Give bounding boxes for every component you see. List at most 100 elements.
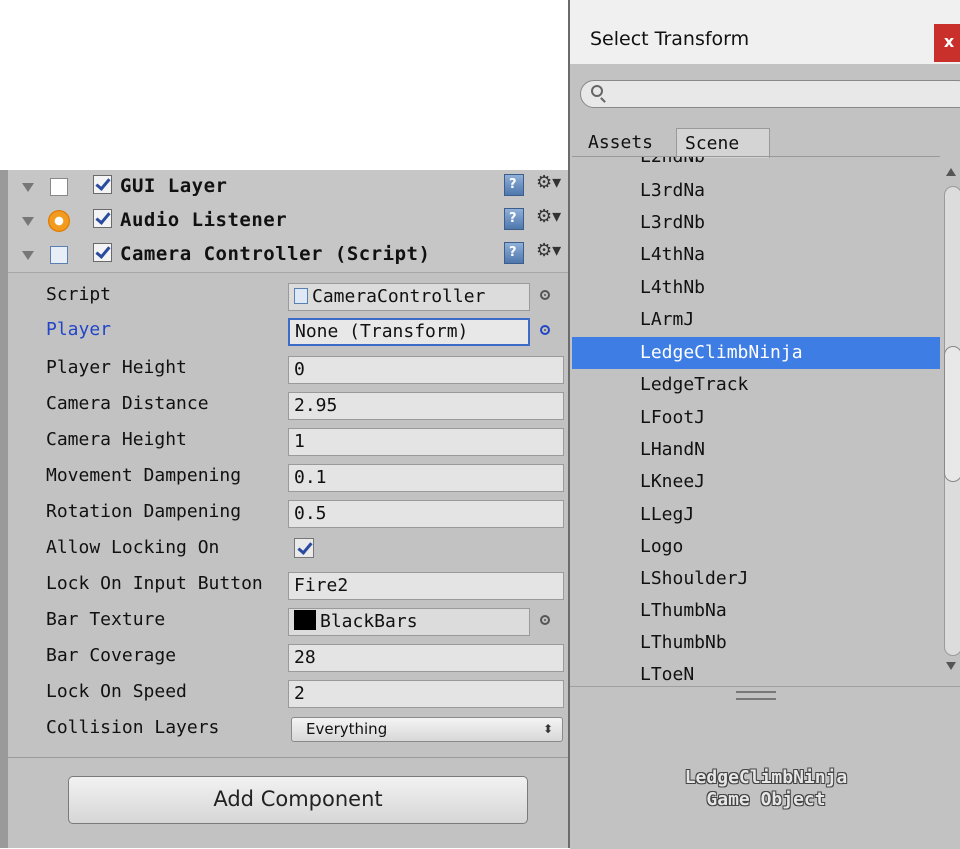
list-item[interactable]: L2ndNb [572,157,940,173]
window-title: Select Transform [590,28,750,50]
window-content: Assets Scene L2ndNb L3rdNa L3rdNb L4thNa… [570,64,960,849]
list-item[interactable]: L4thNb [572,272,940,304]
scroll-down-arrow-icon[interactable] [946,662,956,670]
script-file-icon [294,288,308,304]
lock-on-input-button-field[interactable]: Fire2 [288,572,564,600]
close-button[interactable]: x [934,24,960,62]
preview-object-type: Game Object [706,789,826,810]
preview-object-name: LedgeClimbNinja [684,767,848,788]
foldout-arrow-icon[interactable] [22,251,34,260]
tab-assets[interactable]: Assets [588,126,653,156]
list-item[interactable]: L3rdNa [572,175,940,207]
list-item-selected[interactable]: LedgeClimbNinja [572,337,940,369]
scroll-thumb[interactable] [944,346,960,482]
prop-label: Rotation Dampening [46,501,242,522]
list-item[interactable]: L4thNa [572,239,940,271]
prop-label: Player [46,319,112,340]
prop-label: Lock On Input Button [46,573,263,594]
prop-movement-dampening: Movement Dampening 0.1 [8,461,575,495]
gear-icon[interactable]: ⚙▾ [536,240,561,261]
object-picker-icon[interactable] [540,290,550,300]
script-field[interactable]: CameraController [288,283,530,311]
scroll-up-arrow-icon[interactable] [946,168,956,176]
inspector-panel: GUI Layer ? ⚙▾ Audio Listener ? ⚙▾ Camer… [0,170,575,848]
camera-distance-field[interactable]: 2.95 [288,392,564,420]
camera-height-field[interactable]: 1 [288,428,564,456]
prop-label: Bar Coverage [46,645,177,666]
prop-lock-on-input-button: Lock On Input Button Fire2 [8,569,575,603]
prop-collision-layers: Collision Layers Everything ⬍ [8,713,575,747]
prop-script: Script CameraController [8,280,575,314]
tab-scene[interactable]: Scene [676,128,770,158]
component-enabled-checkbox[interactable] [93,243,112,262]
prop-bar-texture: Bar Texture BlackBars [8,605,575,639]
list-item[interactable]: LedgeTrack [572,369,940,401]
prop-bar-coverage: Bar Coverage 28 [8,641,575,675]
texture-thumbnail [294,610,316,630]
prop-player: Player None (Transform) [8,315,575,349]
search-field[interactable] [580,80,960,108]
lock-on-speed-field[interactable]: 2 [288,680,564,708]
list-item[interactable]: LFootJ [572,402,940,434]
prop-label: Bar Texture [46,609,166,630]
gear-icon[interactable]: ⚙▾ [536,172,561,193]
list-item[interactable]: L3rdNb [572,207,940,239]
drag-handle-icon[interactable] [736,691,776,700]
object-picker-icon[interactable] [540,325,550,335]
prop-label: Camera Height [46,429,187,450]
list-item[interactable]: LShoulderJ [572,563,940,595]
component-title: Audio Listener [120,209,288,231]
prop-camera-height: Camera Height 1 [8,425,575,459]
player-height-field[interactable]: 0 [288,356,564,384]
component-header-gui-layer[interactable]: GUI Layer ? ⚙▾ [8,170,575,205]
search-icon [591,85,603,97]
scrollbar[interactable] [940,156,960,686]
preview-area: LedgeClimbNinja Game Object [570,686,960,849]
foldout-arrow-icon[interactable] [22,183,34,192]
prop-label: Allow Locking On [46,537,220,558]
add-component-button[interactable]: Add Component [68,776,528,824]
player-field[interactable]: None (Transform) [288,318,530,346]
audio-listener-icon [48,210,70,232]
help-icon[interactable]: ? [504,242,524,264]
list-item[interactable]: LKneeJ [572,466,940,498]
component-header-audio-listener[interactable]: Audio Listener ? ⚙▾ [8,204,575,239]
component-title: GUI Layer [120,175,228,197]
prop-label: Movement Dampening [46,465,242,486]
help-icon[interactable]: ? [504,208,524,230]
allow-locking-on-checkbox[interactable] [294,538,314,558]
component-enabled-checkbox[interactable] [93,209,112,228]
list-item[interactable]: LThumbNb [572,627,940,659]
list-item[interactable]: LHandN [572,434,940,466]
select-transform-window: Select Transform x Assets Scene L2ndNb L… [568,0,960,849]
prop-label: Player Height [46,357,187,378]
foldout-arrow-icon[interactable] [22,217,34,226]
prop-allow-locking-on: Allow Locking On [8,533,575,567]
csharp-script-icon [50,246,68,264]
component-title: Camera Controller (Script) [120,243,431,265]
collision-layers-dropdown[interactable]: Everything ⬍ [291,717,563,742]
movement-dampening-field[interactable]: 0.1 [288,464,564,492]
bar-coverage-field[interactable]: 28 [288,644,564,672]
object-list: L2ndNb L3rdNa L3rdNb L4thNa L4thNb LArmJ… [572,156,940,687]
gear-icon[interactable]: ⚙▾ [536,206,561,227]
list-item[interactable]: LLegJ [572,499,940,531]
dropdown-arrow-icon: ⬍ [542,722,553,736]
prop-label: Collision Layers [46,717,220,738]
list-item[interactable]: LThumbNa [572,595,940,627]
help-icon[interactable]: ? [504,174,524,196]
prop-player-height: Player Height 0 [8,353,575,387]
rotation-dampening-field[interactable]: 0.5 [288,500,564,528]
bar-texture-field[interactable]: BlackBars [288,608,530,636]
prop-label: Script [46,284,112,305]
prop-rotation-dampening: Rotation Dampening 0.5 [8,497,575,531]
object-picker-icon[interactable] [540,615,550,625]
list-item[interactable]: Logo [572,531,940,563]
component-header-camera-controller[interactable]: Camera Controller (Script) ? ⚙▾ [8,238,575,273]
prop-label: Lock On Speed [46,681,187,702]
list-item[interactable]: LToeN [572,659,940,687]
gui-layer-icon [50,178,68,196]
prop-label: Camera Distance [46,393,209,414]
list-item[interactable]: LArmJ [572,304,940,336]
component-enabled-checkbox[interactable] [93,175,112,194]
